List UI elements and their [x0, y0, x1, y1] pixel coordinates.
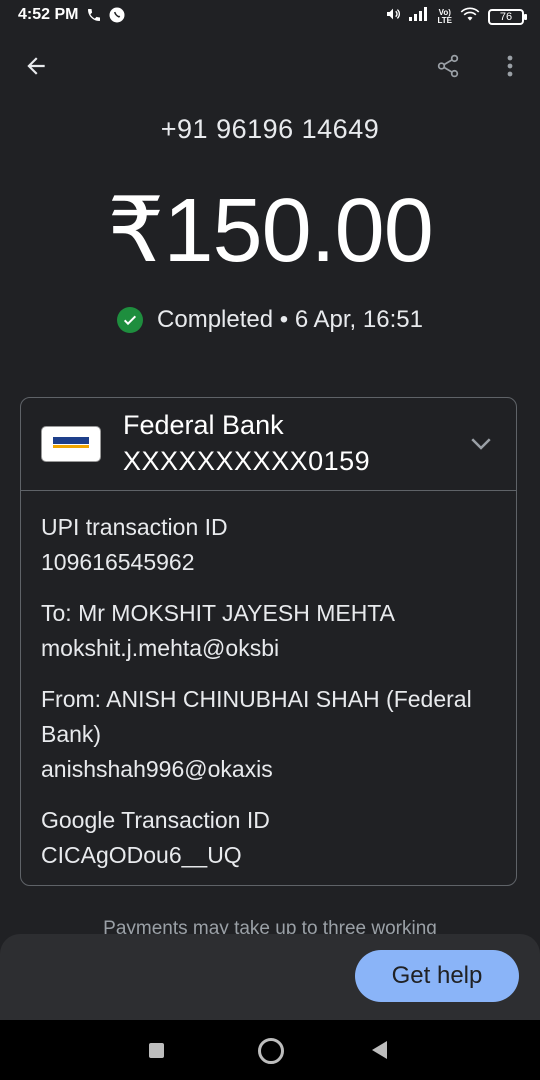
bank-name: Federal Bank [123, 410, 284, 440]
transaction-card: Federal Bank XXXXXXXXXX0159 UPI transact… [20, 397, 517, 886]
phone-icon [86, 7, 102, 28]
google-transaction-id: CICAgODou6__UQ [41, 842, 242, 868]
back-arrow-icon[interactable] [12, 42, 60, 90]
top-app-bar [0, 36, 540, 96]
processing-note: Payments may take up to three working [103, 918, 437, 934]
bank-account-row[interactable]: Federal Bank XXXXXXXXXX0159 [21, 398, 516, 491]
chevron-down-icon[interactable] [466, 428, 496, 458]
share-icon[interactable] [424, 42, 472, 90]
volume-icon [385, 6, 401, 27]
recipient-phone: +91 96196 14649 [160, 114, 380, 144]
status-bar: 4:52 PM Vo) LTE 76 [0, 0, 540, 32]
bottom-sheet: Get help [0, 934, 540, 1020]
lte-indicator: Vo) LTE [437, 7, 452, 25]
payment-status: Completed • 6 Apr, 16:51 [0, 306, 540, 334]
recents-icon[interactable] [149, 1043, 164, 1058]
payee-upi-id: mokshit.j.mehta@oksbi [41, 635, 280, 661]
status-text: Completed • 6 Apr, 16:51 [157, 306, 423, 333]
payment-amount: ₹150.00 [107, 181, 434, 281]
payer-name: From: ANISH CHINUBHAI SHAH (Federal Bank… [41, 686, 472, 747]
home-icon[interactable] [258, 1038, 284, 1064]
more-vert-icon[interactable] [486, 42, 534, 90]
payer-upi-id: anishshah996@okaxis [41, 756, 273, 782]
upi-transaction-id: 109616545962 [41, 549, 195, 575]
transaction-details: UPI transaction ID 109616545962 To: Mr M… [41, 510, 500, 889]
bank-account-number: XXXXXXXXXX0159 [123, 446, 371, 476]
system-nav-bar [0, 1020, 540, 1080]
wifi-icon [460, 6, 480, 27]
get-help-button[interactable]: Get help [355, 950, 519, 1002]
google-transaction-id-label: Google Transaction ID [41, 807, 270, 833]
signal-icon [409, 7, 429, 26]
battery-icon: 76 [488, 8, 527, 25]
whatsapp-icon [108, 6, 126, 29]
bank-logo [41, 426, 101, 462]
upi-transaction-id-label: UPI transaction ID [41, 514, 228, 540]
nav-back-icon[interactable] [372, 1041, 387, 1059]
check-circle-icon [117, 307, 144, 333]
payee-name: To: Mr MOKSHIT JAYESH MEHTA [41, 600, 395, 626]
status-time: 4:52 PM [18, 6, 79, 23]
